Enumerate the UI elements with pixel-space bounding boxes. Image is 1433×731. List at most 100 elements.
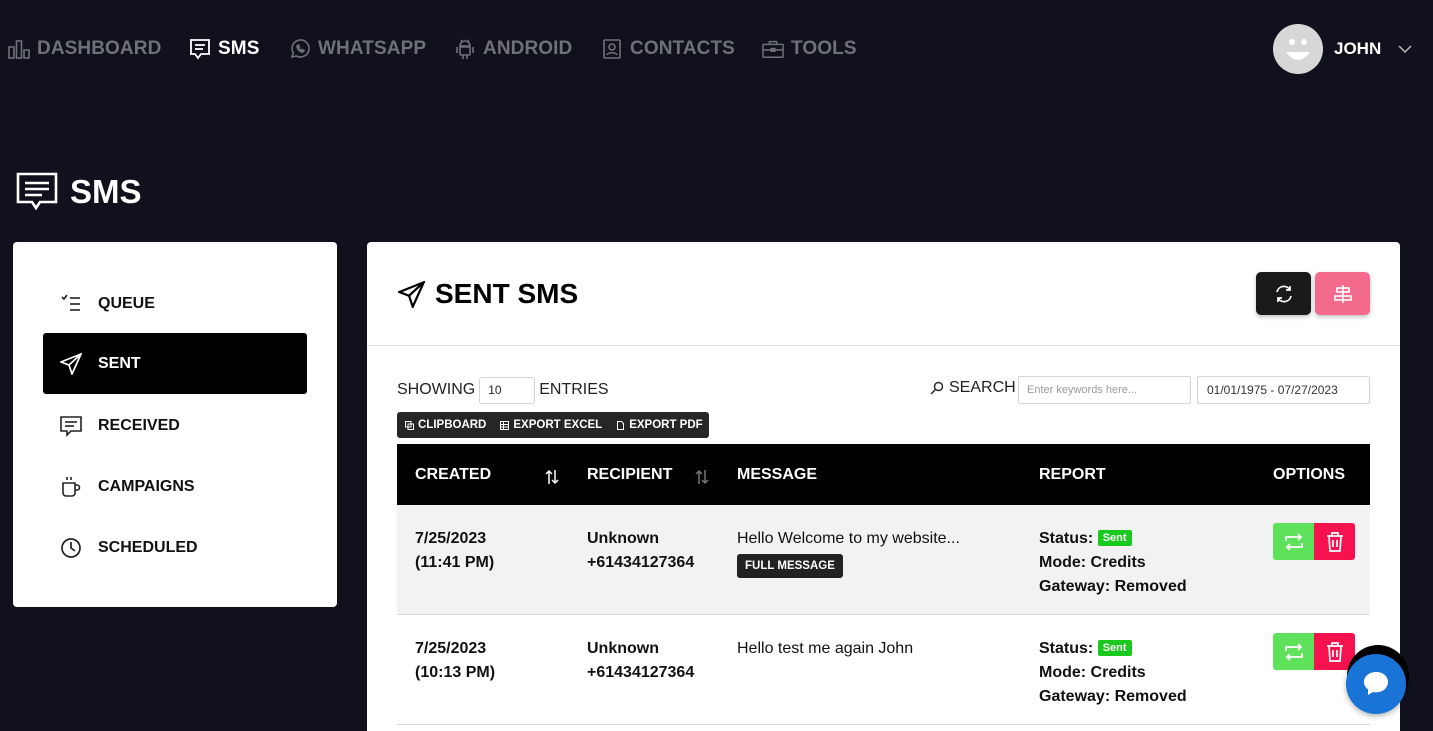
report-cell: Status: Sent Mode: Credits Gateway: Remo… — [1039, 527, 1187, 599]
recipient-number: +61434127364 — [587, 664, 695, 681]
entries-input[interactable] — [479, 376, 536, 404]
message-text: Hello Welcome to my website... — [737, 530, 960, 547]
column-header-report: REPORT — [1039, 466, 1106, 483]
message-icon — [60, 415, 82, 437]
sidebar: QUEUE SENT RECEIVED CAMPAIGNS SCHEDULED — [13, 242, 337, 607]
column-tools-button[interactable] — [1315, 272, 1370, 315]
recipient-number: +61434127364 — [587, 554, 695, 571]
nav-sms[interactable]: SMS — [189, 36, 259, 62]
created-date: 7/25/2023 — [415, 530, 487, 547]
mode-text: Mode: Credits — [1039, 554, 1146, 571]
column-header-options: OPTIONS — [1273, 466, 1346, 483]
file-icon — [617, 420, 625, 430]
trash-icon — [1326, 531, 1343, 552]
clock-icon — [61, 537, 81, 558]
created-date: 7/25/2023 — [415, 640, 487, 657]
sort-icon[interactable] — [693, 468, 711, 486]
page-title-text: SMS — [70, 173, 142, 210]
sidebar-item-scheduled[interactable]: SCHEDULED — [43, 517, 307, 578]
export-pdf-button[interactable]: EXPORT PDF — [608, 412, 708, 438]
search-label: SEARCH — [930, 378, 1016, 398]
message-cell: Hello Welcome to my website... FULL MESS… — [737, 527, 960, 578]
nav-contacts[interactable]: CONTACTS — [601, 36, 735, 62]
table-row: 7/25/2023 (11:41 PM) Unknown +6143412736… — [397, 505, 1370, 615]
copy-icon — [405, 420, 414, 430]
full-message-button[interactable]: FULL MESSAGE — [737, 554, 843, 578]
repeat-icon — [1284, 642, 1303, 661]
refresh-button[interactable] — [1256, 272, 1311, 315]
sidebar-item-label: RECEIVED — [98, 416, 180, 434]
card-header: SENT SMS — [367, 242, 1400, 346]
column-header-recipient[interactable]: RECIPIENT — [587, 466, 672, 484]
status-label: Status: — [1039, 530, 1094, 547]
clipboard-button[interactable]: CLIPBOARD — [397, 412, 492, 438]
recipient-cell: Unknown +61434127364 — [587, 637, 694, 685]
created-time: (10:13 PM) — [415, 664, 496, 681]
user-name: JOHN — [1334, 39, 1382, 58]
nav-dashboard[interactable]: DASHBOARD — [8, 36, 161, 62]
table-icon — [500, 420, 510, 430]
column-header-created[interactable]: CREATED — [415, 466, 491, 484]
page-title: SMS — [16, 172, 142, 212]
sidebar-item-label: SENT — [98, 354, 141, 372]
status-badge: Sent — [1097, 530, 1132, 546]
checklist-icon — [61, 294, 80, 311]
sort-icon[interactable] — [543, 468, 561, 486]
chat-bubble-icon — [1364, 672, 1388, 695]
sidebar-item-received[interactable]: RECEIVED — [43, 395, 307, 456]
export-excel-label: EXPORT EXCEL — [513, 419, 603, 431]
cup-icon — [62, 476, 81, 497]
gateway-text: Gateway: Removed — [1039, 578, 1187, 595]
sidebar-item-queue[interactable]: QUEUE — [43, 273, 307, 334]
card-title-text: SENT SMS — [435, 278, 579, 309]
export-pdf-label: EXPORT PDF — [629, 419, 703, 431]
export-buttons: CLIPBOARD EXPORT EXCEL EXPORT PDF — [397, 412, 709, 438]
sidebar-item-sent[interactable]: SENT — [43, 333, 307, 394]
nav-whatsapp-label: WHATSAPP — [318, 38, 427, 59]
table-header: CREATED RECIPIENT MESSAGE REPORT OPTIONS — [397, 444, 1370, 505]
user-menu[interactable]: JOHN — [1273, 24, 1413, 74]
report-cell: Status: Sent Mode: Credits Gateway: Remo… — [1039, 637, 1187, 709]
top-navigation: DASHBOARD SMS WHATSAPP ANDROID CONTACTS … — [0, 0, 1433, 98]
nav-android-label: ANDROID — [483, 38, 573, 59]
nav-android[interactable]: ANDROID — [454, 36, 572, 62]
nav-contacts-label: CONTACTS — [630, 38, 735, 59]
align-icon — [1333, 284, 1352, 303]
paper-plane-icon — [398, 280, 425, 308]
delete-button[interactable] — [1314, 523, 1355, 560]
mode-text: Mode: Credits — [1039, 664, 1146, 681]
chat-button[interactable] — [1346, 654, 1406, 714]
sidebar-item-label: QUEUE — [98, 294, 155, 312]
card-title: SENT SMS — [398, 278, 578, 310]
entries-control: SHOWING ENTRIES — [397, 376, 609, 404]
repeat-icon — [1284, 532, 1303, 551]
resend-button[interactable] — [1273, 633, 1314, 670]
toolbox-icon — [762, 40, 784, 58]
nav-tools[interactable]: TOOLS — [762, 36, 857, 62]
sidebar-item-campaigns[interactable]: CAMPAIGNS — [43, 456, 307, 517]
trash-icon — [1326, 641, 1343, 662]
search-input[interactable] — [1018, 376, 1191, 404]
created-time: (11:41 PM) — [415, 554, 495, 571]
nav-dashboard-label: DASHBOARD — [37, 38, 162, 59]
created-cell: 7/25/2023 (10:13 PM) — [415, 637, 495, 685]
column-header-message: MESSAGE — [737, 466, 818, 483]
nav-whatsapp[interactable]: WHATSAPP — [289, 36, 426, 62]
android-icon — [456, 39, 474, 59]
sidebar-item-label: SCHEDULED — [98, 538, 198, 556]
chevron-down-icon — [1398, 45, 1412, 54]
smiley-avatar-icon — [1286, 39, 1310, 60]
nav-sms-label: SMS — [218, 38, 260, 59]
created-cell: 7/25/2023 (11:41 PM) — [415, 527, 494, 575]
resend-button[interactable] — [1273, 523, 1314, 560]
clipboard-label: CLIPBOARD — [418, 419, 487, 431]
bar-chart-icon — [8, 40, 30, 59]
row-options — [1273, 633, 1355, 670]
avatar — [1273, 24, 1323, 74]
status-label: Status: — [1039, 640, 1094, 657]
date-range-input[interactable] — [1197, 376, 1370, 404]
message-icon — [16, 172, 58, 211]
table-row: 7/25/2023 (10:13 PM) Unknown +6143412736… — [397, 615, 1370, 725]
recipient-name: Unknown — [587, 530, 659, 547]
export-excel-button[interactable]: EXPORT EXCEL — [492, 412, 608, 438]
